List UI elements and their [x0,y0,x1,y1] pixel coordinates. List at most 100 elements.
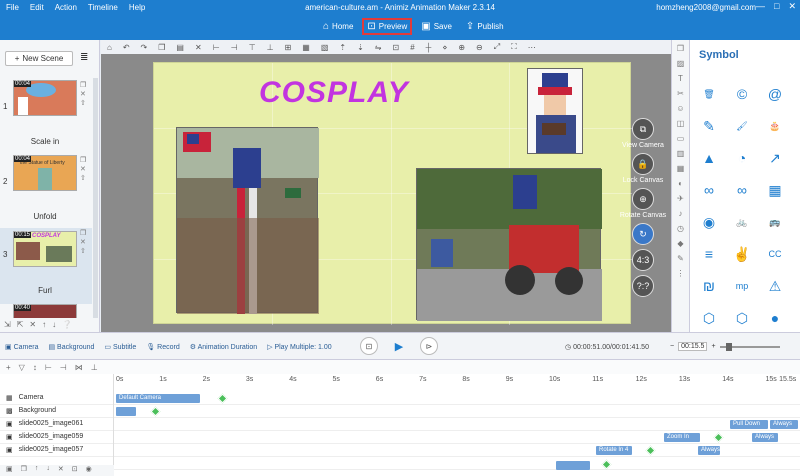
symbol-item[interactable]: 🗑 [697,82,721,106]
scene-item-1[interactable]: 1 00:04 Scale in ❐ ✕ ⇧ [0,80,92,150]
animation-bar[interactable]: Pull Down [730,420,768,429]
scene-item-3[interactable]: 3 COSPLAY 00:15 Furl ❐ ✕ ⇧ [0,228,92,304]
settings-icon[interactable]: ❔ [62,320,72,332]
guide-icon[interactable]: ┼ [426,43,432,52]
fullscreen-icon[interactable]: ⛶ [511,42,517,52]
special-tab-icon[interactable]: ◐ [678,179,683,188]
lock-icon[interactable]: ⊡ [393,43,400,52]
home-button[interactable]: ⌂ Home [320,20,356,33]
symbol-item[interactable]: ₪ [697,274,721,298]
delete-icon[interactable]: ✕ [58,465,64,476]
symbol-item[interactable]: @ [763,82,787,106]
keyframe-marker[interactable] [217,393,228,404]
preview-button[interactable]: ⊡ Preview [362,18,413,35]
zoom-slider[interactable] [719,342,780,351]
drop-tab-icon[interactable]: ◆ [677,239,683,248]
undo-icon[interactable]: ↶ [123,43,130,52]
symbol-item[interactable]: ≡ [697,242,721,266]
symbol-item[interactable]: ∞ [697,178,721,202]
keyframe-marker[interactable] [601,459,612,470]
symbol-item[interactable]: ∞ [730,178,754,202]
copy-icon[interactable]: ❐ [80,229,86,237]
align-center-icon[interactable]: ⊣ [231,43,238,52]
publish-button[interactable]: ⇪ Publish [463,20,507,33]
align-right-icon[interactable]: ⊤ [249,43,256,52]
zoom-in-icon[interactable]: + [711,343,715,350]
scene-item-4[interactable]: 00:40 [0,302,92,318]
user-account[interactable]: homzheng2008@gmail.com [656,3,756,12]
symbol-item[interactable]: CC [763,242,787,266]
scene-item-2[interactable]: 2 the Statue of Liberty 00:04 Unfold ❐ ✕ ⇧ [0,155,92,225]
save-button[interactable]: ▣ Save [418,20,455,33]
canvas-title[interactable]: COSPLAY [259,76,409,110]
zoom-slider-thumb[interactable] [725,342,732,351]
shapes-tab-icon[interactable]: ❒ [677,44,684,53]
copy-icon[interactable]: ❐ [158,43,165,52]
subtitle-option[interactable]: ▭ Subtitle [104,343,136,351]
distribute-icon[interactable]: ⊣ [60,363,67,372]
group-icon[interactable]: ▦ [302,43,310,52]
layer-down-icon[interactable]: ⇣ [357,43,364,52]
next-frame-button[interactable]: ⊳ [420,337,438,355]
delete-icon[interactable]: ✕ [195,43,202,52]
camera-animation-bar[interactable]: Default Camera [116,394,200,403]
symbol-item[interactable]: ◔ [730,146,754,170]
visibility-icon[interactable]: ◉ [86,465,92,476]
track-partial[interactable] [0,457,800,470]
layer-up-icon[interactable]: ⇡ [339,43,346,52]
up-icon[interactable]: ↑ [35,465,39,476]
up-icon[interactable]: ⇧ [80,99,86,107]
up-icon[interactable]: ⇧ [80,247,86,255]
import-icon[interactable]: ⇲ [4,320,11,332]
flip-icon[interactable]: ⇋ [375,43,382,52]
delete-icon[interactable]: ✕ [29,320,36,332]
symbol-item[interactable]: ✎ [697,114,721,138]
symbol-item[interactable]: 🚲 [730,210,754,234]
track-background[interactable]: ▩ Background [0,405,800,418]
keyframe-marker[interactable] [645,445,656,456]
track-image057[interactable]: ▣ slide0025_image057 Rotate In 4 Always [0,444,800,457]
symbol-item[interactable]: ⚠ [763,274,787,298]
scene-options-icon[interactable]: ≣ [80,52,88,63]
animation-duration-option[interactable]: ⚙ Animation Duration [190,343,257,351]
symbol-item[interactable]: ↗ [763,146,787,170]
maximize-button[interactable]: □ [774,1,779,12]
snap-icon[interactable]: ⋈ [75,363,83,372]
symbol-item[interactable]: 🎂 [763,114,787,138]
zoom-input[interactable]: 00:15.5 [678,342,708,351]
record-option[interactable]: 🎙 Record [146,343,179,351]
more-icon[interactable]: ⋯ [528,43,536,52]
exit-bar[interactable]: Always [698,446,720,455]
move-icon[interactable]: ↕ [33,363,37,372]
animation-bar[interactable]: Rotate In 4 [596,446,632,455]
copy-icon[interactable]: ❐ [80,156,86,164]
symbol-item[interactable]: ◉ [697,210,721,234]
chart-tab-icon[interactable]: ▥ [677,149,685,158]
lock-canvas-button[interactable]: 🔒 [632,153,654,175]
distribute-icon[interactable]: ⊞ [285,43,292,52]
copy-icon[interactable]: ❐ [80,81,86,89]
scene-scrollbar[interactable] [93,78,98,318]
background-option[interactable]: ▤ Background [48,343,94,351]
add-track-icon[interactable]: + [6,363,11,372]
close-button[interactable]: ✕ [788,1,796,12]
symbol-item[interactable]: 🚌 [763,210,787,234]
keyframe-marker[interactable] [713,432,724,443]
zoom-out-icon[interactable]: − [670,343,674,350]
zoom-in-icon[interactable]: ⊕ [458,43,465,52]
brush-tab-icon[interactable]: ✎ [677,254,684,263]
refresh-button[interactable]: ↻ [632,223,654,245]
up-icon[interactable]: ⇧ [80,174,86,182]
symbol-item[interactable]: ⬡ [730,306,754,330]
redo-icon[interactable]: ↷ [141,43,148,52]
track-image061[interactable]: ▣ slide0025_image061 Pull Down Always [0,418,800,431]
align-top-icon[interactable]: ⊥ [267,43,274,52]
move-up-icon[interactable]: ↑ [42,320,46,332]
view-camera-button[interactable]: ⧉ [632,118,654,140]
minimize-button[interactable]: — [756,1,765,12]
delete-icon[interactable]: ✕ [80,90,86,98]
custom-ratio-button[interactable]: ?:? [632,275,654,297]
symbol-item[interactable]: mp [730,274,754,298]
camera-option[interactable]: ▣ Camera [5,343,38,351]
symbol-item[interactable]: ▦ [763,178,787,202]
